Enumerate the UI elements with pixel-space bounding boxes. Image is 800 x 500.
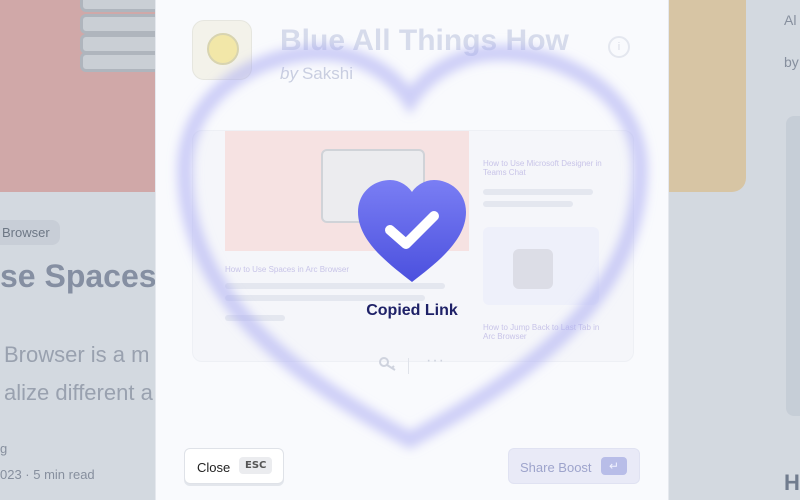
esc-shortcut-badge: ESC <box>239 457 273 474</box>
preview-text-line <box>483 189 593 195</box>
preview-article-title: How to Use Microsoft Designer in Teams C… <box>483 159 602 177</box>
copied-link-toast: Copied Link <box>366 302 458 319</box>
preview-article-title: How to Jump Back to Last Tab in Arc Brow… <box>483 323 600 341</box>
close-label: Close <box>197 460 231 475</box>
lightbulb-icon <box>207 33 239 65</box>
preview-actions: ··· <box>378 352 448 378</box>
preview-text-line <box>225 315 285 321</box>
more-options-icon[interactable]: ··· <box>426 352 445 370</box>
share-boost-button[interactable]: Share Boost ↵ <box>508 448 640 484</box>
by-prefix: by <box>280 64 298 83</box>
enter-key-icon: ↵ <box>601 457 627 475</box>
preview-text-line <box>225 295 425 301</box>
close-button[interactable]: Close ESC <box>184 448 284 484</box>
preview-article-title: How to Use Spaces in Arc Browser <box>225 265 350 274</box>
author-name: Sakshi <box>301 64 353 83</box>
preview-thumb-graphic <box>513 249 553 289</box>
action-divider <box>408 358 409 374</box>
modal-header: Blue All Things How by Sakshi i <box>192 20 642 86</box>
key-icon[interactable] <box>378 356 398 377</box>
preview-thumbnail <box>483 227 599 305</box>
preview-text-line <box>483 201 573 207</box>
boost-title: Blue All Things How <box>280 24 569 57</box>
share-boost-label: Share Boost <box>520 460 592 475</box>
info-icon[interactable]: i <box>608 36 630 58</box>
boost-author: by Sakshi <box>280 64 353 84</box>
boost-avatar <box>192 20 252 80</box>
heart-check-icon <box>358 180 466 282</box>
